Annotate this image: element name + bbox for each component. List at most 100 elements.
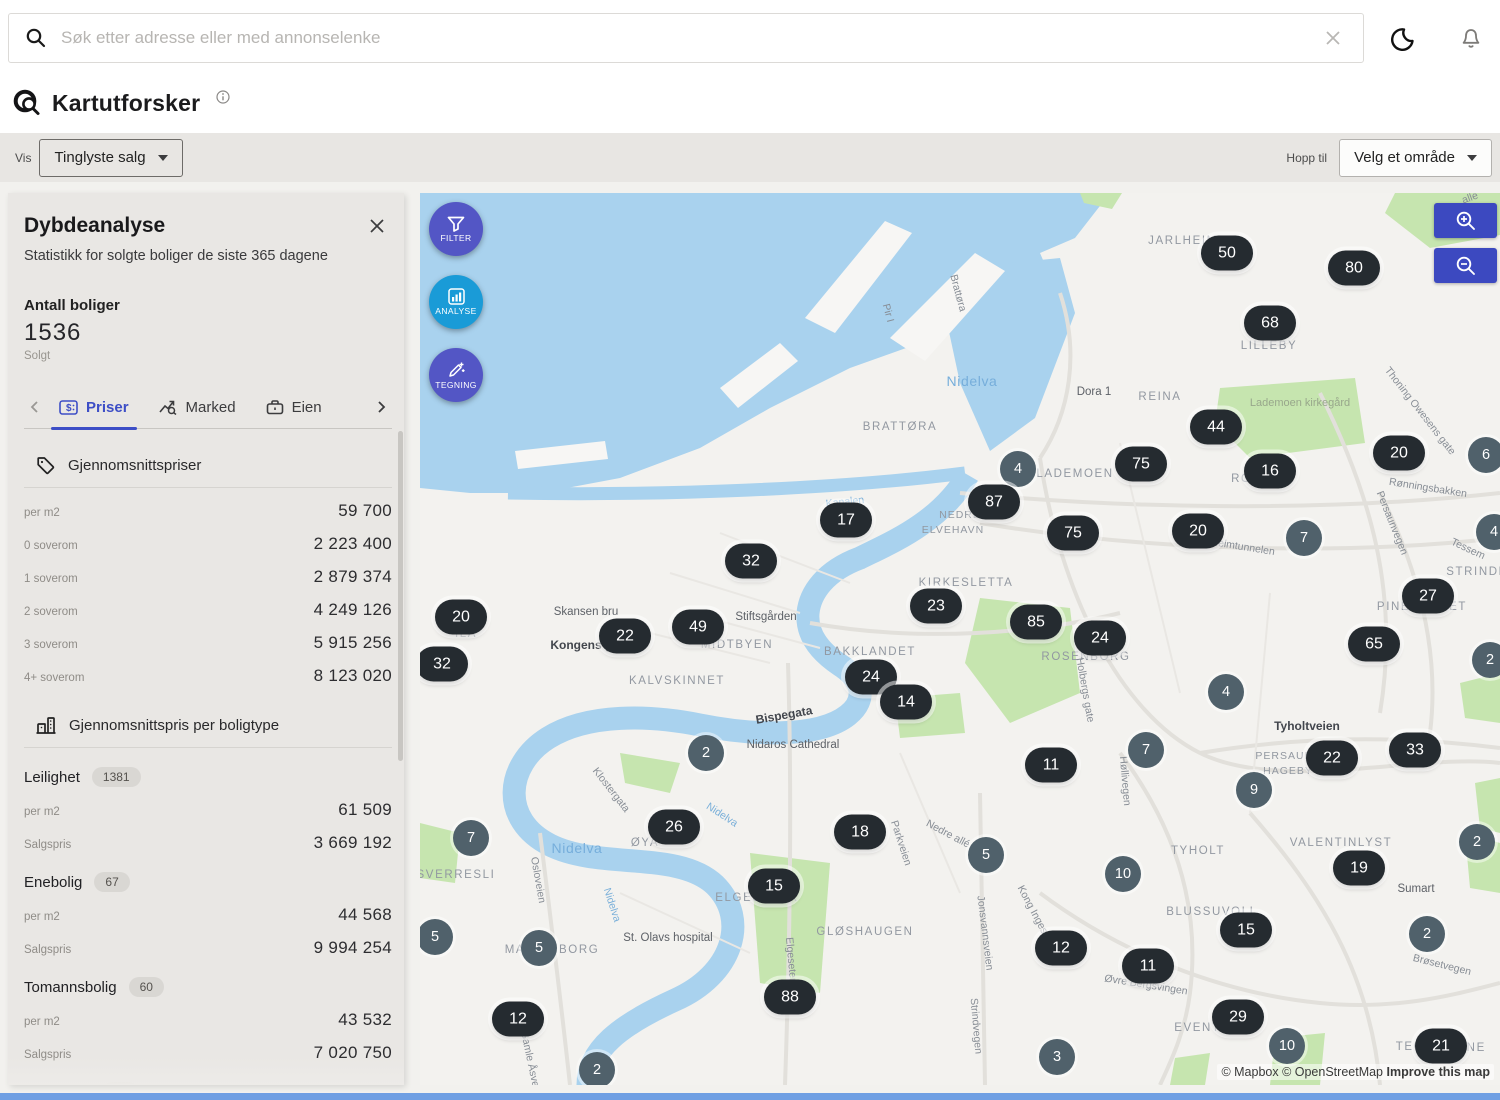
- cluster-marker[interactable]: 32: [420, 647, 468, 682]
- cluster-marker[interactable]: 10: [1105, 856, 1141, 892]
- tab-marked[interactable]: Marked: [159, 386, 236, 428]
- area-select-dropdown[interactable]: Velg et område: [1339, 139, 1492, 177]
- cluster-marker[interactable]: 50: [1201, 236, 1253, 271]
- cluster-marker[interactable]: 6: [1468, 437, 1500, 473]
- stat-row: Salgspris 7 020 750: [24, 1043, 392, 1063]
- filter-button-label: FILTER: [440, 233, 471, 243]
- cluster-marker[interactable]: 75: [1047, 516, 1099, 551]
- cluster-marker[interactable]: 3: [1039, 1039, 1075, 1075]
- cluster-marker[interactable]: 12: [492, 1002, 544, 1037]
- filter-button[interactable]: FILTER: [429, 202, 483, 256]
- map-base-layer: [420, 193, 1500, 1085]
- tabs-scroll-right-icon[interactable]: [371, 398, 392, 416]
- cluster-marker[interactable]: 33: [1389, 733, 1441, 768]
- cluster-marker[interactable]: 5: [521, 930, 557, 966]
- clear-search-icon[interactable]: [1319, 24, 1347, 52]
- cluster-marker[interactable]: 65: [1348, 627, 1400, 662]
- cluster-marker[interactable]: 80: [1328, 251, 1380, 286]
- stat-row: per m2 59 700: [24, 501, 392, 521]
- attribution-links[interactable]: © Mapbox © OpenStreetMap: [1221, 1065, 1383, 1079]
- cluster-marker[interactable]: 85: [1010, 605, 1062, 640]
- cluster-marker[interactable]: 44: [1190, 410, 1242, 445]
- close-panel-icon[interactable]: [364, 213, 390, 239]
- cluster-marker[interactable]: 20: [1172, 514, 1224, 549]
- tab-priser[interactable]: $ Priser: [59, 386, 129, 428]
- panel-scrollbar[interactable]: [398, 431, 403, 761]
- cluster-marker[interactable]: 18: [834, 815, 886, 850]
- count-label: Antall boliger: [24, 297, 392, 314]
- cluster-marker[interactable]: 26: [648, 810, 700, 845]
- cluster-marker[interactable]: 88: [764, 980, 816, 1015]
- cluster-marker[interactable]: 10: [1269, 1028, 1305, 1064]
- cluster-marker[interactable]: 22: [599, 619, 651, 654]
- map-canvas[interactable]: NidelvaBRATTØRAKanalenNEDREELVEHAVNJARLH…: [420, 193, 1500, 1085]
- cluster-marker[interactable]: 4: [1208, 674, 1244, 710]
- avg-price-section-header: Gjennomsnittspriser: [24, 456, 392, 488]
- stat-label: per m2: [24, 911, 60, 923]
- cluster-marker[interactable]: 15: [748, 869, 800, 904]
- cluster-marker[interactable]: 2: [1472, 642, 1500, 678]
- notifications-bell-icon[interactable]: [1455, 23, 1487, 55]
- cluster-marker[interactable]: 75: [1115, 447, 1167, 482]
- stat-value: 2 879 374: [314, 567, 392, 587]
- chevron-down-icon: [158, 155, 168, 161]
- cluster-marker[interactable]: 87: [968, 485, 1020, 520]
- cluster-marker[interactable]: 19: [1333, 851, 1385, 886]
- cluster-marker[interactable]: 32: [725, 544, 777, 579]
- cluster-marker[interactable]: 7: [1286, 520, 1322, 556]
- cluster-marker[interactable]: 22: [1306, 741, 1358, 776]
- cluster-marker[interactable]: 27: [1402, 579, 1454, 614]
- stat-row: 2 soverom 4 249 126: [24, 600, 392, 620]
- zoom-in-button[interactable]: [1434, 203, 1497, 238]
- cluster-marker[interactable]: 11: [1025, 748, 1077, 783]
- cluster-marker[interactable]: 29: [1212, 1000, 1264, 1035]
- cluster-marker[interactable]: 7: [1128, 732, 1164, 768]
- cluster-marker[interactable]: 2: [579, 1052, 615, 1085]
- cluster-marker[interactable]: 7: [453, 820, 489, 856]
- cluster-marker[interactable]: 14: [880, 685, 932, 720]
- stat-label: 4+ soverom: [24, 672, 84, 684]
- analyse-button[interactable]: ANALYSE: [429, 275, 483, 329]
- cluster-marker[interactable]: 2: [688, 735, 724, 771]
- stat-row: Salgspris 9 994 254: [24, 938, 392, 958]
- count-badge: 1381: [92, 767, 141, 787]
- cluster-marker[interactable]: 17: [820, 503, 872, 538]
- stat-value: 7 020 750: [314, 1043, 392, 1063]
- tab-eiendom[interactable]: Eien: [266, 386, 322, 428]
- search-input[interactable]: [59, 27, 1319, 49]
- zoom-out-magnifier-icon: [1454, 254, 1478, 278]
- cluster-marker[interactable]: 2: [1459, 824, 1495, 860]
- cluster-marker[interactable]: 2: [1409, 916, 1445, 952]
- housing-type-name: Leilighet: [24, 769, 80, 786]
- tegning-button[interactable]: TEGNING: [429, 348, 483, 402]
- improve-map-link[interactable]: Improve this map: [1387, 1065, 1491, 1079]
- cluster-marker[interactable]: 4: [1000, 451, 1036, 487]
- stat-value: 61 509: [338, 800, 392, 820]
- analysis-panel: Dybdeanalyse Statistikk for solgte bolig…: [8, 193, 404, 1085]
- cluster-marker[interactable]: 20: [1373, 436, 1425, 471]
- stat-row: 4+ soverom 8 123 020: [24, 666, 392, 686]
- stat-row: Salgspris 3 669 192: [24, 833, 392, 853]
- cluster-marker[interactable]: 49: [672, 610, 724, 645]
- info-icon[interactable]: [216, 90, 230, 109]
- cluster-marker[interactable]: 23: [910, 589, 962, 624]
- cluster-marker[interactable]: 24: [1074, 621, 1126, 656]
- bar-chart-icon: [448, 288, 465, 305]
- cluster-marker[interactable]: 9: [1236, 772, 1272, 808]
- sale-type-dropdown[interactable]: Tinglyste salg: [39, 139, 182, 177]
- cluster-marker[interactable]: 16: [1244, 454, 1296, 489]
- housing-type-group: Enebolig 67 per m2 44 568 Salgspris 9 99…: [24, 872, 392, 958]
- cluster-marker[interactable]: 68: [1244, 306, 1296, 341]
- housing-type-name: Rekkehus: [24, 1084, 91, 1086]
- cluster-marker[interactable]: 20: [435, 600, 487, 635]
- dark-mode-moon-icon[interactable]: [1385, 22, 1419, 56]
- cluster-marker[interactable]: 5: [968, 837, 1004, 873]
- zoom-out-button[interactable]: [1434, 248, 1497, 283]
- tabs-scroll-left-icon[interactable]: [24, 398, 45, 416]
- avg-price-rows: per m2 59 700 0 soverom 2 223 400 1 sove…: [24, 501, 392, 686]
- cluster-marker[interactable]: 12: [1035, 931, 1087, 966]
- cluster-marker[interactable]: 21: [1415, 1029, 1467, 1064]
- cluster-marker[interactable]: 15: [1220, 913, 1272, 948]
- page-title: Kartutforsker: [52, 90, 200, 117]
- cluster-marker[interactable]: 11: [1122, 949, 1174, 984]
